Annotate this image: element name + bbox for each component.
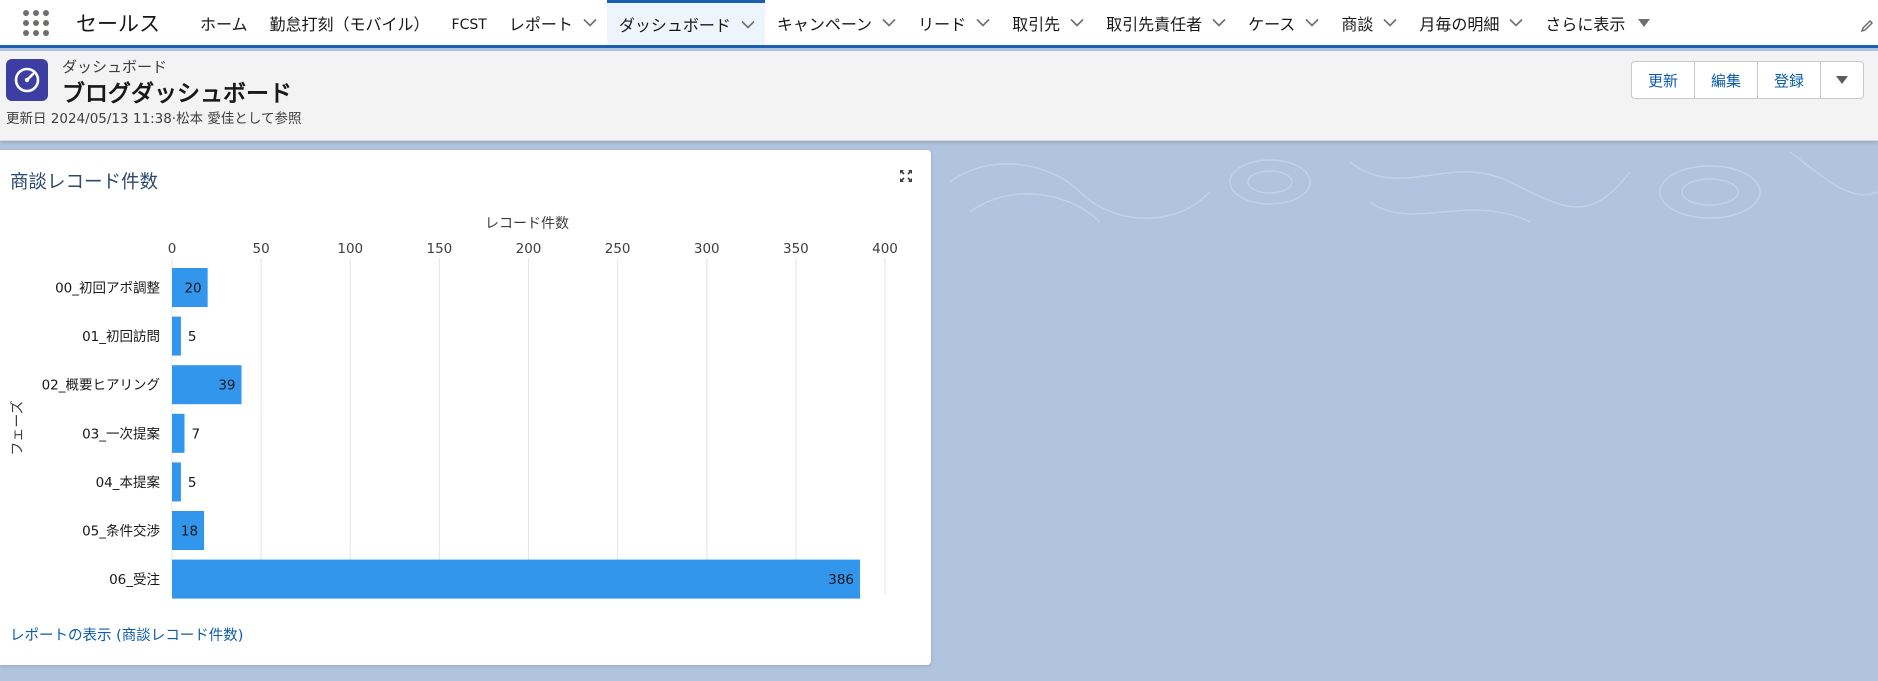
x-tick-label: 150 [426,241,452,257]
nav-item-label: レポート [508,14,573,34]
nav-item-label: ホーム [200,14,248,34]
nav-item-label: 商談 [1341,14,1374,34]
nav-item-9[interactable]: ケース [1236,0,1329,45]
y-category-label: 04_本提案 [96,474,161,491]
nav-items: ホーム 勤怠打刻（モバイル） FCST レポート ダッシュボード キャンペーン リード 取引先… [188,0,1533,48]
page-meta: 更新日 2024/05/13 11:38·松本 愛佳として参照 [6,111,302,127]
edit-button[interactable]: 編集 [1694,62,1758,98]
chevron-down-icon[interactable] [1383,18,1397,27]
nav-item-label: ケース [1248,14,1296,34]
nav-item-label: キャンペーン [776,14,873,34]
x-axis-title: レコード件数 [485,216,569,232]
nav-item-4[interactable]: ダッシュボード [606,0,765,48]
dashboard-icon [6,59,48,101]
nav-item-10[interactable]: 商談 [1329,0,1407,45]
nav-item-label: 勤怠打刻（モバイル） [269,14,430,34]
x-tick-label: 350 [783,241,809,257]
chevron-down-icon[interactable] [1305,18,1319,27]
chevron-down-icon[interactable] [583,18,597,27]
bar [172,462,181,502]
header-button-group: 更新 編集 登録 [1630,61,1864,99]
bar-value-label: 39 [218,378,235,394]
x-tick-label: 250 [605,241,631,257]
nav-more-button[interactable]: さらに表示 [1533,0,1661,45]
page-header: ダッシュボード ブログダッシュボード 更新日 2024/05/13 11:38·… [0,51,1878,141]
bar-chart: レコード件数 0 50 100 150 200 250 300 350 400 フェーズ 00_初回ア… [10,216,898,599]
nav-item-label: ダッシュボード [618,16,731,35]
x-tick-label: 100 [337,241,363,257]
y-category-label: 00_初回アポ調整 [55,280,160,297]
x-tick-label: 200 [516,241,542,257]
bar [172,559,861,599]
chevron-down-icon[interactable] [1070,18,1084,27]
app-name: セールス [76,11,160,36]
chevron-down-icon[interactable] [1212,18,1226,27]
dashboard-card: 商談レコード件数 レコード件数 0 50 100 150 200 250 300 350 400 フ… [0,150,931,665]
caret-down-icon [1637,18,1651,28]
subscribe-button[interactable]: 登録 [1757,62,1821,98]
app-launcher-icon [23,9,49,36]
bar-value-label: 18 [181,524,198,540]
chevron-down-icon[interactable] [1509,18,1523,27]
chevron-down-icon[interactable] [882,18,896,27]
nav-item-8[interactable]: 取引先責任者 [1094,0,1236,45]
background-pattern [949,151,1878,223]
y-category-label: 02_概要ヒアリング [42,378,160,394]
view-report-link[interactable]: レポートの表示 (商談レコード件数) [10,624,243,645]
x-tick-label: 0 [168,241,177,257]
nav-item-3[interactable]: レポート [497,0,607,45]
y-category-label: 01_初回訪問 [82,328,160,345]
global-nav: セールス ホーム 勤怠打刻（モバイル） FCST レポート ダッシュボード キャンペーン リ… [0,0,1878,48]
nav-item-6[interactable]: リード [906,0,1000,45]
nav-item-0[interactable]: ホーム [188,0,258,45]
nav-item-2[interactable]: FCST [440,0,497,45]
nav-more-label: さらに表示 [1545,14,1626,34]
more-actions-button[interactable] [1821,62,1863,98]
page-title: ブログダッシュボード [62,81,292,107]
refresh-button[interactable]: 更新 [1631,62,1695,98]
bar-value-label: 20 [184,281,201,297]
y-category-label: 06_受注 [109,572,160,588]
nav-item-11[interactable]: 月毎の明細 [1407,0,1533,45]
caret-down-icon [1836,76,1848,84]
nav-item-1[interactable]: 勤怠打刻（モバイル） [258,0,440,45]
nav-item-label: リード [918,14,967,34]
edit-nav-icon[interactable] [1860,18,1874,37]
y-category-label: 03_一次提案 [82,425,160,442]
bar-value-label: 5 [188,475,197,491]
nav-item-label: 月毎の明細 [1419,14,1500,34]
nav-item-label: 取引先 [1012,14,1061,34]
bar [172,413,185,453]
bar-value-label: 5 [188,329,197,345]
chevron-down-icon[interactable] [976,18,990,27]
x-tick-label: 400 [872,241,898,257]
app-launcher-button[interactable] [0,0,72,45]
bar-value-label: 386 [828,572,854,588]
x-tick-label: 300 [694,241,720,257]
chevron-down-icon[interactable] [741,20,755,29]
y-category-label: 05_条件交渉 [82,523,160,540]
nav-item-5[interactable]: キャンペーン [765,0,906,45]
bar [172,316,181,356]
x-tick-label: 50 [253,241,270,257]
nav-item-label: 取引先責任者 [1106,14,1203,34]
nav-item-7[interactable]: 取引先 [1000,0,1094,45]
bar-value-label: 7 [191,426,200,442]
y-axis-title: フェーズ [10,400,26,455]
nav-item-label: FCST [451,16,487,33]
